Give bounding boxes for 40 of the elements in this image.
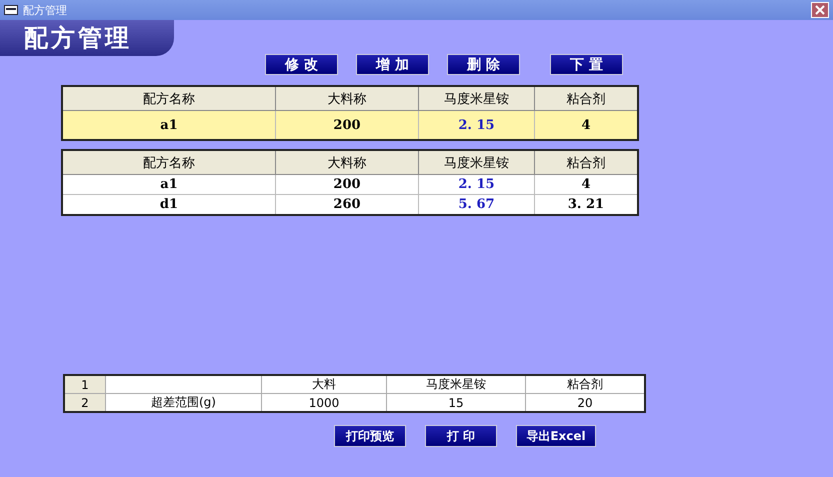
column-header: 马度米星铵	[418, 150, 534, 174]
table-cell: 20	[577, 396, 593, 410]
toolbar-button[interactable]: 修 改	[265, 54, 338, 75]
table-cell: 3. 21	[534, 194, 638, 215]
row-number: 2	[64, 394, 106, 412]
table-cell: 2. 15	[418, 174, 534, 194]
column-header: 大料称	[276, 86, 418, 110]
toolbar-button[interactable]: 删 除	[447, 54, 520, 75]
toolbar-button[interactable]: 增 加	[356, 54, 429, 75]
table-cell: a1	[62, 110, 276, 140]
close-button[interactable]	[811, 2, 829, 18]
page-header: 配方管理	[0, 20, 174, 56]
table-cell: 4	[534, 174, 638, 194]
column-header: 粘合剂	[534, 150, 638, 174]
table-cell: 260	[276, 194, 418, 215]
window-icon	[4, 5, 18, 15]
print-bar-button[interactable]: 导出Excel	[516, 425, 596, 447]
table-cell: a1	[62, 174, 276, 194]
table-cell: 2. 15	[418, 110, 534, 140]
toolbar-button[interactable]: 下 置	[550, 54, 623, 75]
table-cell: 马度米星铵	[426, 377, 486, 391]
column-header: 大料称	[276, 150, 418, 174]
column-header: 配方名称	[62, 86, 276, 110]
column-header: 粘合剂	[534, 86, 638, 110]
table-cell: 15	[448, 396, 464, 410]
table-cell: 200	[276, 110, 418, 140]
table-cell: 大料	[312, 377, 336, 391]
row-number: 1	[64, 375, 106, 394]
table-cell: 4	[534, 110, 638, 140]
table-cell: 粘合剂	[567, 377, 603, 391]
print-bar-button[interactable]: 打 印	[425, 425, 497, 447]
print-bar-button[interactable]: 打印预览	[334, 425, 406, 447]
table-cell: 5. 67	[418, 194, 534, 215]
column-header: 马度米星铵	[418, 86, 534, 110]
column-header: 配方名称	[62, 150, 276, 174]
table-cell: 200	[276, 174, 418, 194]
table-cell: d1	[62, 194, 276, 215]
window-title: 配方管理	[23, 2, 68, 18]
table-cell: 超差范围(g)	[151, 395, 216, 409]
table-cell: 1000	[308, 396, 340, 410]
